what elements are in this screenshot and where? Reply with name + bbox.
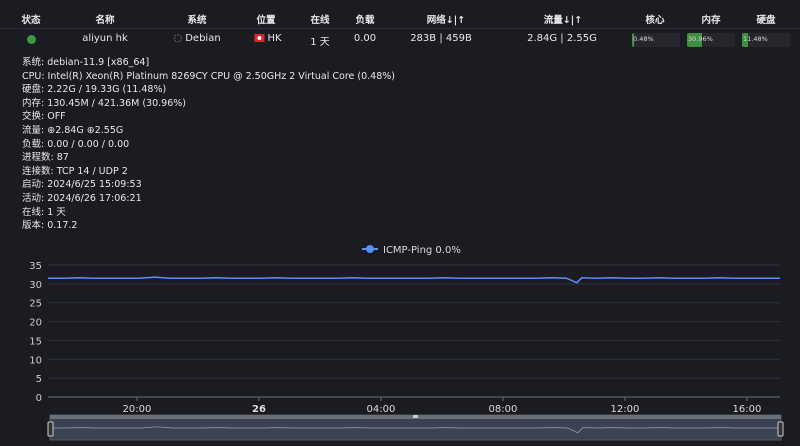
data-zoom-slider[interactable] bbox=[47, 414, 784, 441]
x-tick-label: 04:00 bbox=[367, 404, 396, 415]
data-zoom-left-handle[interactable] bbox=[47, 421, 54, 437]
ping-chart: ICMP-Ping 0.0% 0 5 10 15 20 25 30 35 20:00 26 04:0… bbox=[29, 245, 784, 441]
ping-series-line bbox=[48, 276, 780, 284]
data-zoom-move-handle[interactable] bbox=[413, 415, 418, 418]
y-tick-label: 20 bbox=[29, 318, 42, 329]
data-zoom-right-handle[interactable] bbox=[777, 421, 784, 437]
y-tick-label: 25 bbox=[29, 299, 42, 310]
x-tick-label: 26 bbox=[252, 404, 266, 415]
y-tick-label: 0 bbox=[36, 393, 42, 404]
y-tick-label: 35 bbox=[29, 261, 42, 272]
y-tick-label: 30 bbox=[29, 280, 42, 291]
x-tick-label: 20:00 bbox=[123, 404, 152, 415]
legend-label: ICMP-Ping 0.0% bbox=[383, 245, 461, 256]
y-tick-label: 5 bbox=[36, 374, 42, 385]
y-tick-label: 10 bbox=[29, 355, 42, 366]
x-tick-label: 12:00 bbox=[611, 404, 640, 415]
x-tick-label: 16:00 bbox=[733, 404, 762, 415]
chart-legend[interactable]: ICMP-Ping 0.0% bbox=[362, 245, 461, 256]
y-tick-label: 15 bbox=[29, 336, 42, 347]
x-tick-label: 08:00 bbox=[489, 404, 518, 415]
legend-dot-icon bbox=[366, 245, 374, 253]
